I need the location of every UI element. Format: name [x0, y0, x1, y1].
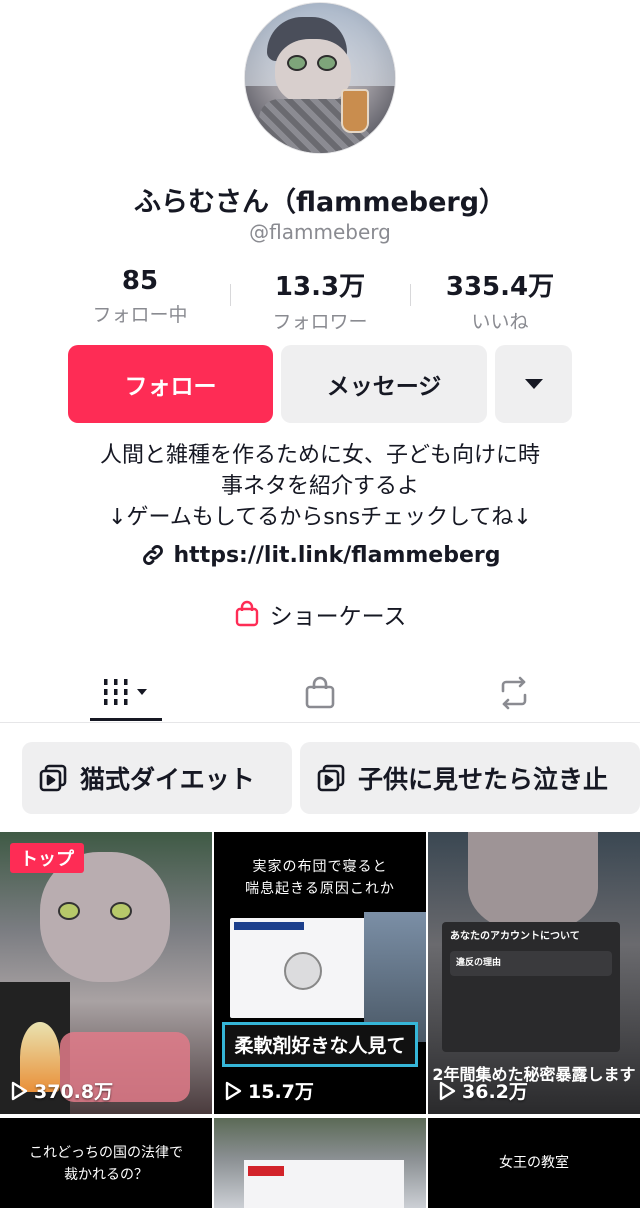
suggested-accounts-button[interactable] [495, 345, 572, 423]
likes-stat[interactable]: 335.4万 いいね [410, 266, 590, 333]
active-tab-indicator [90, 718, 162, 721]
video-views: 36.2万 [438, 1077, 528, 1104]
link-icon [142, 545, 163, 565]
notice-subtitle: 違反の理由 [456, 958, 502, 968]
playlist-title: 子供に見せたら泣き止 [358, 765, 609, 794]
account-notice-card: あなたのアカウントについて 違反の理由 [442, 922, 620, 1052]
shopping-bag-icon [305, 676, 335, 709]
video-thumbnail[interactable]: あなたのアカウントについて 違反の理由 2年間集めた秘密暴露します 36.2万 [428, 832, 640, 1114]
view-count: 36.2万 [462, 1081, 528, 1103]
playlist-icon [39, 764, 67, 792]
play-icon [11, 1081, 28, 1100]
profile-avatar[interactable] [244, 2, 396, 154]
video-overlay-text: 女王の教室 [499, 1155, 569, 1171]
view-count: 370.8万 [34, 1081, 114, 1103]
showcase-label: ショーケース [269, 604, 407, 630]
repost-icon [501, 676, 527, 710]
playlist-row: 猫式ダイエット 子供に見せたら泣き止 [22, 742, 640, 814]
video-thumbnail[interactable]: これどっちの国の法律で 裁かれるの？ [0, 1118, 212, 1208]
profile-bio: 人間と雑種を作るために女、子ども向けに時 事ネタを紹介するよ ↓ゲームもしてるか… [0, 440, 640, 533]
video-thumbnail[interactable]: 女王の教室 [428, 1118, 640, 1208]
likes-count: 335.4万 [445, 272, 555, 302]
following-stat[interactable]: 85 フォロー中 [50, 266, 230, 326]
bio-link[interactable]: https://lit.link/flammeberg [0, 542, 640, 568]
playlist-title: 猫式ダイエット [80, 765, 255, 794]
tab-shop[interactable] [280, 668, 360, 718]
play-icon [439, 1081, 456, 1100]
view-count: 15.7万 [248, 1081, 314, 1103]
profile-stats: 85 フォロー中 13.3万 フォロワー 335.4万 いいね [50, 266, 590, 333]
shopping-bag-icon [235, 600, 258, 627]
profile-tabs [0, 660, 640, 723]
bio-line: 事ネタを紹介するよ [220, 474, 419, 499]
message-button[interactable]: メッセージ [281, 345, 487, 423]
playlist-chip[interactable]: 子供に見せたら泣き止 [300, 742, 640, 814]
stat-divider [410, 284, 411, 306]
stat-divider [230, 284, 231, 306]
pinned-top-badge: トップ [10, 843, 84, 873]
followers-label: フォロワー [272, 311, 368, 333]
bio-link-text: https://lit.link/flammeberg [173, 542, 501, 568]
video-thumbnail[interactable]: 実家の布団で寝ると 喘息起きる原因これか 柔軟剤好きな人見て 15.7万 [214, 832, 426, 1114]
likes-label: いいね [471, 311, 529, 333]
video-views: 370.8万 [10, 1077, 113, 1104]
showcase-button[interactable]: ショーケース [0, 597, 640, 631]
video-overlay-caption: 柔軟剤好きな人見て [222, 1022, 418, 1067]
caret-down-icon [524, 379, 543, 389]
follow-button[interactable]: フォロー [68, 345, 273, 423]
followers-count: 13.3万 [274, 272, 366, 302]
bio-line: 人間と雑種を作るために女、子ども向けに時 [99, 443, 540, 468]
video-thumbnail[interactable] [214, 1118, 426, 1208]
following-label: フォロー中 [92, 304, 188, 326]
video-thumbnail[interactable]: トップ 370.8万 [0, 832, 212, 1114]
playlist-chip[interactable]: 猫式ダイエット [22, 742, 292, 814]
username-handle: @flammeberg [249, 220, 391, 244]
following-count: 85 [121, 266, 159, 296]
grid-icon [104, 679, 147, 705]
bio-line: ↓ゲームもしてるからsnsチェックしてね↓ [108, 505, 532, 530]
play-icon [225, 1081, 242, 1100]
video-overlay-text: 実家の布団で寝ると 喘息起きる原因これか [245, 859, 395, 897]
video-overlay-text: これどっちの国の法律で 裁かれるの？ [29, 1145, 183, 1183]
notice-title: あなたのアカウントについて [450, 931, 580, 942]
video-views: 15.7万 [224, 1077, 314, 1104]
followers-stat[interactable]: 13.3万 フォロワー [230, 266, 410, 333]
display-name: ふらむさん（flammeberg） [133, 187, 507, 218]
playlist-icon [317, 764, 345, 792]
tab-videos[interactable] [86, 668, 166, 718]
tab-reposts[interactable] [474, 668, 554, 718]
